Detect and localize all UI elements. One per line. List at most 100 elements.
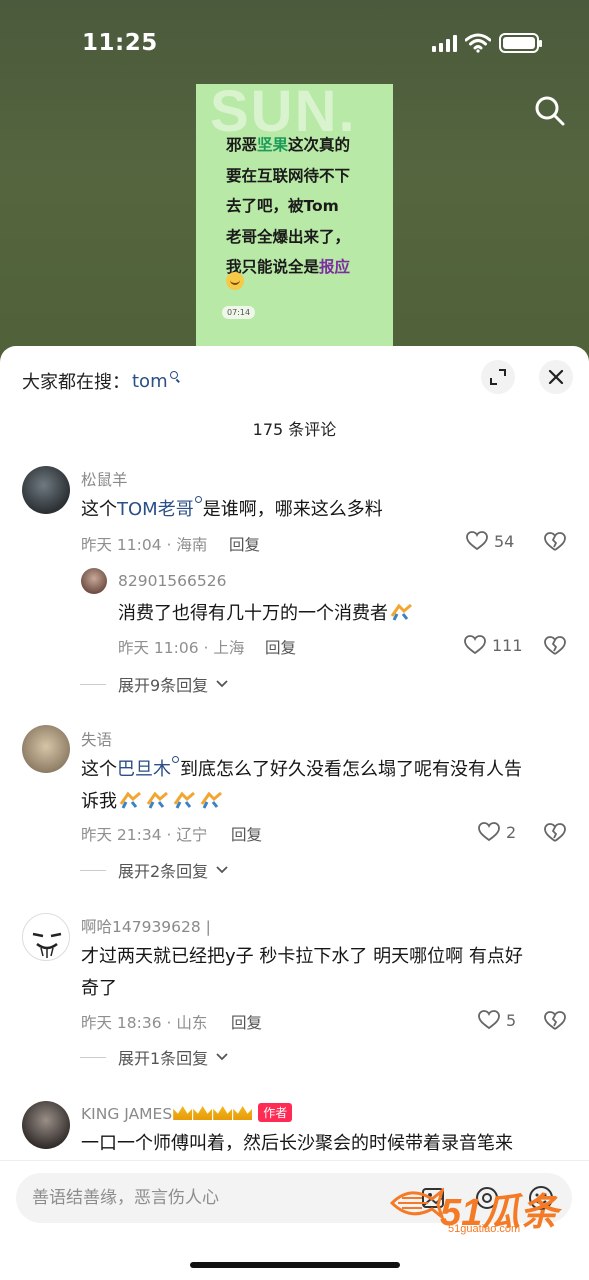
reply-button[interactable]: 回复 (231, 823, 262, 845)
avatar[interactable] (22, 1101, 70, 1149)
laughing-emoji-icon (226, 272, 244, 290)
fish-logo-icon (389, 1187, 444, 1221)
emoji-icon (119, 791, 141, 809)
hot-search-label: 大家都在搜： (22, 372, 130, 393)
like-button[interactable]: 111 (464, 635, 523, 655)
dislike-button[interactable] (544, 1011, 566, 1035)
battery-icon (499, 33, 542, 53)
reply-button[interactable]: 回复 (265, 636, 296, 658)
video-caption-line: 要在互联网待不下 (226, 166, 351, 185)
emoji-icon (146, 791, 168, 809)
expand-icon (490, 369, 506, 385)
status-time: 11:25 (82, 30, 158, 56)
wifi-icon (465, 33, 491, 53)
expand-replies-button[interactable]: 展开9条回复 (80, 672, 228, 696)
comment-text[interactable]: 消费了也得有几十万的一个消费者 (118, 598, 415, 630)
like-button[interactable]: 5 (478, 1010, 516, 1030)
expand-sheet-button[interactable] (481, 360, 515, 394)
status-bar: 11:25 (0, 0, 589, 86)
crown-icon (173, 1106, 193, 1120)
expand-replies-label: 展开2条回复 (118, 862, 209, 881)
like-count: 111 (492, 635, 523, 655)
video-caption-line: 邪恶坚果这次真的 (226, 136, 351, 154)
comment-text[interactable]: 这个TOM老哥 是谁啊，哪来这么多料 (81, 494, 383, 526)
heart-icon (478, 1010, 500, 1030)
expand-replies-button[interactable]: 展开2条回复 (80, 858, 228, 882)
comment-text[interactable]: 才过两天就已经把y子 秒卡拉下水了 明天哪位啊 有点好 奇了 (81, 941, 581, 1005)
face-icon (32, 932, 62, 958)
site-watermark: 51瓜条 51guatiao.com (388, 1181, 572, 1241)
comment-username[interactable]: 松鼠羊 (81, 468, 128, 490)
status-icons (432, 33, 542, 53)
video-caption-line: 我只能说全是报应 (226, 258, 351, 276)
hot-search-keyword[interactable]: tom (132, 371, 168, 392)
comment-input[interactable] (32, 1173, 412, 1223)
comment-count-title: 175 条评论 (252, 420, 337, 439)
video-caption-line: 去了吧，被Tom (226, 197, 339, 215)
reply-button[interactable]: 回复 (229, 533, 260, 555)
video-frame[interactable]: SUN. 邪恶坚果这次真的 要在互联网待不下 去了吧，被Tom 老哥全爆出来了，… (196, 84, 393, 364)
comment-meta: 昨天 11:04 · 海南 (81, 536, 208, 554)
comment-tag-link[interactable]: TOM老哥 (117, 499, 194, 520)
heart-icon (466, 531, 488, 551)
author-badge: 作者 (258, 1103, 293, 1122)
comment-text[interactable]: 这个巴旦木 到底怎么了好久没看怎么塌了呢有没有人告 诉我 (81, 754, 581, 818)
like-count: 54 (494, 531, 515, 551)
expand-replies-button[interactable]: 展开1条回复 (80, 1045, 228, 1069)
dislike-button[interactable] (544, 636, 566, 660)
close-icon (548, 369, 564, 385)
crown-icon (233, 1106, 253, 1120)
close-button[interactable] (539, 360, 573, 394)
broken-heart-icon (544, 636, 566, 655)
like-count: 2 (506, 822, 517, 842)
heart-icon (464, 635, 486, 655)
dislike-button[interactable] (544, 532, 566, 556)
chevron-down-icon (216, 1053, 228, 1061)
comment-meta: 昨天 18:36 · 山东 (81, 1014, 208, 1032)
like-button[interactable]: 54 (466, 531, 514, 551)
expand-replies-label: 展开1条回复 (118, 1049, 209, 1068)
search-small-icon (172, 756, 179, 763)
crown-icon (213, 1106, 233, 1120)
crown-icon (193, 1106, 213, 1120)
avatar[interactable] (22, 725, 70, 773)
search-small-icon (169, 371, 178, 379)
dislike-button[interactable] (544, 823, 566, 847)
broken-heart-icon (544, 823, 566, 842)
reply-button[interactable]: 回复 (231, 1011, 262, 1033)
divider-line (80, 1056, 106, 1058)
chevron-down-icon (216, 866, 228, 874)
comment-meta: 昨天 21:34 · 辽宁 (81, 826, 208, 844)
watermark-url: 51guatiao.com (448, 1223, 521, 1235)
avatar[interactable] (22, 913, 70, 961)
emoji-icon (200, 791, 222, 809)
comment-username[interactable]: KING JAMES 作者 (81, 1103, 293, 1123)
heart-icon (478, 822, 500, 842)
video-caption: 邪恶坚果这次真的 要在互联网待不下 去了吧，被Tom 老哥全爆出来了， 我只能说… (226, 130, 376, 283)
hot-search-link[interactable]: 大家都在搜： tom (22, 368, 178, 394)
expand-replies-label: 展开9条回复 (118, 676, 209, 695)
video-timestamp-badge: 07:14 (222, 306, 256, 319)
search-button[interactable] (533, 94, 567, 128)
avatar[interactable] (81, 568, 107, 594)
chevron-down-icon (216, 680, 228, 688)
broken-heart-icon (544, 1011, 566, 1030)
search-small-icon (194, 496, 202, 503)
home-indicator[interactable] (190, 1262, 400, 1268)
emoji-icon (390, 603, 412, 621)
comment-username[interactable]: 82901566526 (118, 572, 226, 590)
comment-meta: 昨天 11:06 · 上海 (118, 639, 245, 657)
comment-tag-link[interactable]: 巴旦木 (117, 759, 171, 780)
comment-username[interactable]: 失语 (81, 728, 112, 750)
like-count: 5 (506, 1010, 517, 1030)
comment-username[interactable]: 啊哈147939628 | (81, 915, 211, 937)
like-button[interactable]: 2 (478, 822, 516, 842)
broken-heart-icon (544, 532, 566, 551)
search-icon (535, 96, 565, 126)
divider-line (80, 869, 106, 871)
video-caption-line: 老哥全爆出来了， (226, 227, 351, 246)
divider-line (80, 683, 106, 685)
comment-text[interactable]: 一口一个师傅叫着，然后长沙聚会的时候带着录音笔来 (81, 1128, 513, 1160)
avatar[interactable] (22, 466, 70, 514)
emoji-icon (173, 791, 195, 809)
